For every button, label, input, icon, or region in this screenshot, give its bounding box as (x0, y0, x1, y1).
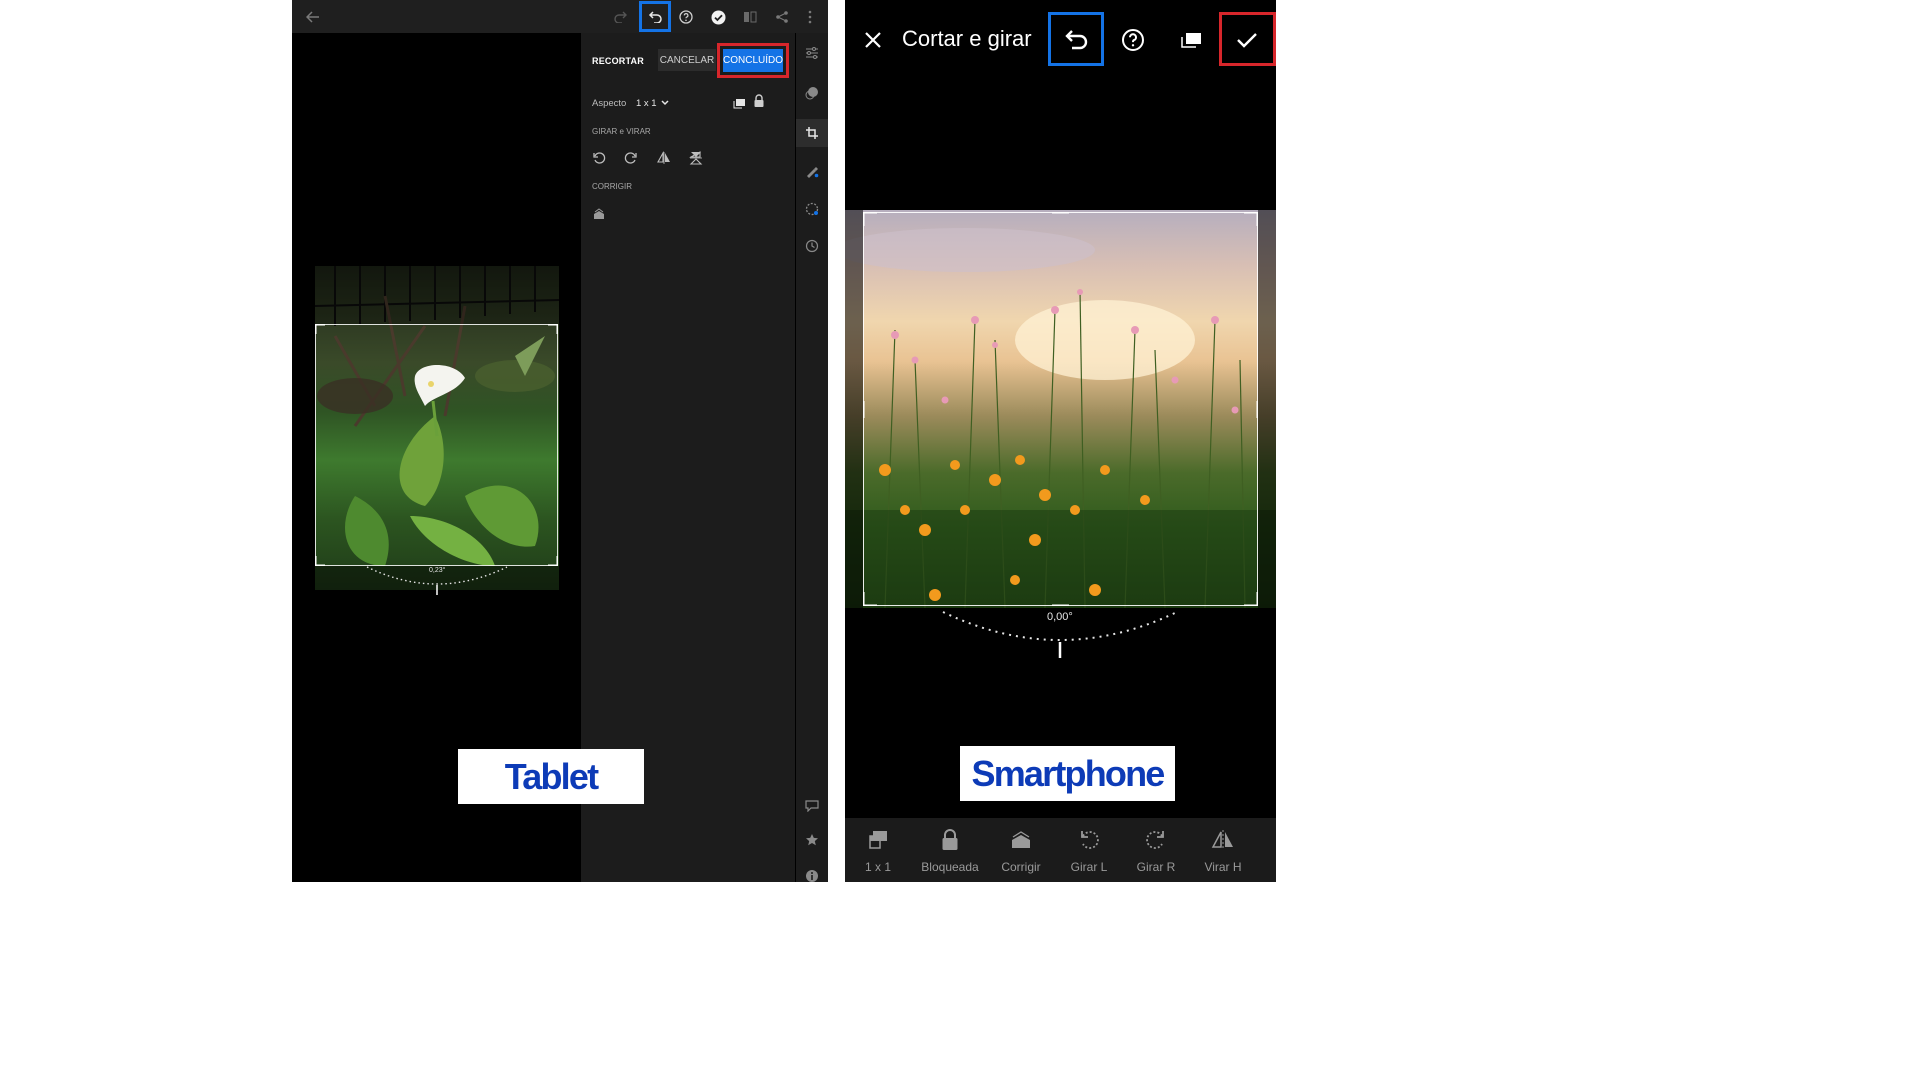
tool-label: Girar L (1070, 860, 1108, 874)
tool-rotate-left[interactable]: Girar L (1054, 818, 1124, 882)
masking-icon[interactable] (803, 200, 821, 218)
rotate-right-icon[interactable] (622, 149, 640, 167)
share-icon[interactable] (771, 6, 793, 28)
lock-icon[interactable] (750, 92, 768, 110)
history-icon[interactable] (803, 237, 821, 255)
smartphone-photo (845, 210, 1276, 608)
tool-label: Virar H (1204, 860, 1242, 874)
flip-vertical-icon[interactable] (687, 149, 705, 167)
help-icon[interactable] (1119, 27, 1147, 53)
tablet-tool-rail (795, 33, 828, 882)
crop-dim-right (1258, 210, 1276, 608)
compare-icon[interactable] (739, 6, 761, 28)
angle-readout: 0,23° (429, 567, 446, 574)
orientation-icon[interactable] (730, 94, 748, 112)
aspect-label: Aspecto (592, 98, 627, 109)
info-icon[interactable] (803, 867, 821, 882)
undo-highlight-box (639, 1, 671, 32)
crop-dim-left (845, 210, 863, 608)
tool-rotate-right[interactable]: Girar R (1121, 818, 1191, 882)
cancel-button[interactable]: CANCELAR (658, 49, 716, 71)
crop-toolbar: 1 x 1 Bloqueada Corrigir Girar L Girar R (845, 818, 1276, 882)
rotate-left-icon[interactable] (590, 149, 608, 167)
more-menu-icon[interactable] (799, 6, 821, 28)
close-icon[interactable] (861, 28, 885, 52)
checkmark-circle-icon[interactable] (707, 6, 729, 28)
done-highlight-box (717, 43, 789, 78)
tool-label: Corrigir (1001, 860, 1041, 874)
comment-icon[interactable] (803, 797, 821, 815)
presets-icon[interactable] (803, 84, 821, 102)
aspect-select[interactable]: 1 x 1 (636, 98, 669, 109)
tablet-top-bar (292, 0, 828, 33)
tool-aspect[interactable]: 1 x 1 (845, 818, 913, 882)
crop-frame[interactable] (863, 212, 1258, 606)
smartphone-device-label: Smartphone (960, 746, 1175, 801)
correct-heading: CORRIGIR (592, 182, 632, 191)
help-icon[interactable] (675, 6, 697, 28)
star-icon[interactable] (803, 831, 821, 849)
edit-sliders-icon[interactable] (803, 44, 821, 62)
undo-highlight-box (1048, 12, 1104, 66)
tool-straighten[interactable]: Corrigir (986, 818, 1056, 882)
crop-dim-top (315, 266, 559, 324)
tool-label: Girar R (1136, 860, 1176, 874)
auto-straighten-icon[interactable] (590, 205, 608, 223)
orientation-icon[interactable] (1177, 28, 1205, 52)
aspect-ratio-icon (845, 827, 913, 853)
crop-frame[interactable] (315, 324, 558, 566)
tool-label: Bloqueada (921, 860, 979, 874)
tool-lock[interactable]: Bloqueada (915, 818, 985, 882)
rotate-flip-heading: GIRAR e VIRAR (592, 127, 651, 136)
lock-icon (915, 827, 985, 853)
rotate-right-icon (1121, 827, 1191, 853)
page-title: Cortar e girar (902, 26, 1032, 51)
tool-flip-horizontal[interactable]: Virar H (1188, 818, 1258, 882)
flip-horizontal-icon (1188, 827, 1258, 853)
tablet-device-label: Tablet (458, 749, 644, 804)
crop-panel-title: RECORTAR (592, 56, 644, 66)
rotate-left-icon (1054, 827, 1124, 853)
healing-brush-icon[interactable] (803, 162, 821, 180)
auto-straighten-icon (986, 827, 1056, 853)
flip-horizontal-icon[interactable] (655, 149, 673, 167)
tablet-photo (315, 266, 559, 590)
redo-icon[interactable] (610, 6, 632, 28)
tool-label: 1 x 1 (864, 860, 891, 874)
chevron-down-icon (661, 100, 669, 106)
angle-readout: 0,00° (1047, 611, 1073, 623)
crop-rotate-icon[interactable] (803, 124, 821, 142)
aspect-value: 1 x 1 (636, 98, 657, 109)
back-arrow-icon[interactable] (302, 6, 324, 28)
done-highlight-box (1219, 12, 1276, 66)
